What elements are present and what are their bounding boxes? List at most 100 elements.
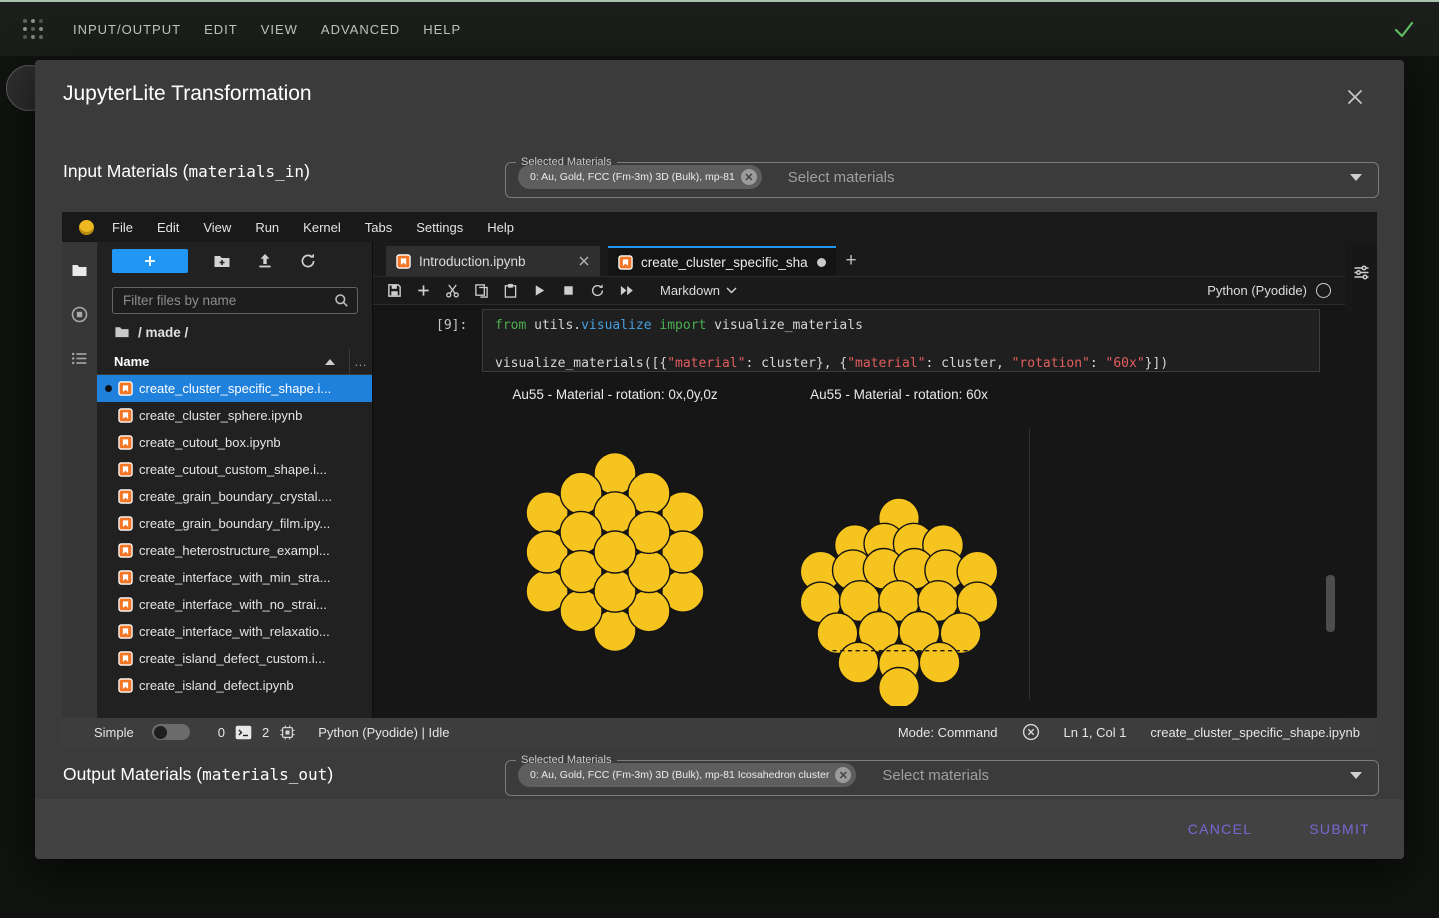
notebook-file-icon xyxy=(118,597,133,612)
tab-close-icon[interactable] xyxy=(578,255,590,267)
running-sessions-icon[interactable] xyxy=(71,306,88,323)
execution-count: [9]: xyxy=(436,318,468,333)
jupyter-menu-item[interactable]: View xyxy=(191,220,243,235)
cancel-button[interactable]: CANCEL xyxy=(1182,820,1259,838)
output-materials-select[interactable]: Selected Materials 0: Au, Gold, FCC (Fm-… xyxy=(505,754,1379,796)
file-name: create_island_defect_custom.i... xyxy=(139,651,326,666)
app-logo-dots-icon[interactable] xyxy=(20,16,46,42)
au55-cluster-plot-right[interactable] xyxy=(794,496,1004,706)
code-cell[interactable]: from utils.visualize import visualize_ma… xyxy=(482,309,1320,372)
kernel-status-text[interactable]: Python (Pyodide) | Idle xyxy=(318,725,449,740)
output-material-chip[interactable]: 0: Au, Gold, FCC (Fm-3m) 3D (Bulk), mp-8… xyxy=(518,763,857,787)
app-menu-item[interactable]: ADVANCED xyxy=(321,18,400,41)
cursor-position[interactable]: Ln 1, Col 1 xyxy=(1064,725,1127,740)
add-tab-button[interactable]: + xyxy=(836,246,866,276)
file-list-item[interactable]: create_island_defect.ipynb xyxy=(97,672,372,699)
restart-run-all-icon[interactable] xyxy=(619,283,634,298)
app-menu-item[interactable]: HELP xyxy=(423,18,461,41)
copy-icon[interactable] xyxy=(474,283,489,298)
file-filter-input[interactable] xyxy=(121,292,334,309)
app-menu-item[interactable]: VIEW xyxy=(261,18,298,41)
mode-indicator[interactable]: Mode: Command xyxy=(898,725,998,740)
save-icon[interactable] xyxy=(387,283,402,298)
breadcrumb-path[interactable]: / made / xyxy=(138,325,188,340)
new-launcher-button[interactable] xyxy=(112,249,188,273)
jupyter-menu-bar: File Edit View Run Kernel Tabs Settings Help xyxy=(62,212,1377,242)
notebook-file-icon xyxy=(118,489,133,504)
table-of-contents-icon[interactable] xyxy=(71,350,88,367)
app-menu-item[interactable]: EDIT xyxy=(204,18,238,41)
file-dot-slot xyxy=(105,574,112,581)
dropdown-caret-icon[interactable] xyxy=(1350,173,1362,181)
simple-mode-toggle[interactable] xyxy=(151,724,190,740)
breadcrumb[interactable]: / made / xyxy=(97,324,372,340)
new-folder-icon[interactable] xyxy=(213,252,231,270)
kernel-status-icon xyxy=(1316,283,1331,298)
chip-remove-icon[interactable]: ✕ xyxy=(835,767,852,783)
notebook-file-icon xyxy=(618,254,633,270)
notebook-scrollbar[interactable] xyxy=(1326,575,1335,632)
jupyter-menu-item[interactable]: Help xyxy=(475,220,526,235)
output-select-placeholder: Select materials xyxy=(882,766,990,784)
jupyter-menu-item[interactable]: Run xyxy=(243,220,291,235)
kernel-name[interactable]: Python (Pyodide) xyxy=(1207,283,1331,298)
file-filter-box[interactable] xyxy=(112,287,358,314)
check-icon[interactable] xyxy=(1391,16,1417,42)
file-browser-icon[interactable] xyxy=(71,262,88,279)
cell-type-select[interactable]: Markdown xyxy=(660,283,737,298)
file-list-item[interactable]: create_interface_with_no_strai... xyxy=(97,591,372,618)
file-list-header[interactable]: Name … xyxy=(97,349,372,375)
file-dot-slot xyxy=(105,466,112,473)
file-list-item[interactable]: create_grain_boundary_film.ipy... xyxy=(97,510,372,537)
header-more-icon[interactable]: … xyxy=(350,354,372,369)
au55-cluster-plot-left[interactable] xyxy=(510,447,720,657)
dialog-footer: CANCEL SUBMIT xyxy=(35,799,1404,859)
file-list-item[interactable]: create_cluster_specific_shape.i... xyxy=(97,375,372,402)
input-materials-label: Input Materials (materials_in) xyxy=(63,161,310,181)
home-folder-icon[interactable] xyxy=(114,324,130,340)
cut-icon[interactable] xyxy=(445,283,460,298)
code-editor[interactable]: from utils.visualize import visualize_ma… xyxy=(483,310,1319,379)
input-material-chip[interactable]: 0: Au, Gold, FCC (Fm-3m) 3D (Bulk), mp-8… xyxy=(518,165,762,189)
close-icon[interactable] xyxy=(1346,88,1364,106)
paste-icon[interactable] xyxy=(503,283,518,298)
chip-remove-icon[interactable]: ✕ xyxy=(740,169,757,185)
input-materials-select[interactable]: Selected Materials 0: Au, Gold, FCC (Fm-… xyxy=(505,156,1379,198)
file-list-item[interactable]: create_heterostructure_exampl... xyxy=(97,537,372,564)
trust-shield-icon[interactable] xyxy=(1022,723,1040,741)
file-list-item[interactable]: create_grain_boundary_crystal.... xyxy=(97,483,372,510)
statusbar-filename[interactable]: create_cluster_specific_shape.ipynb xyxy=(1150,725,1360,740)
settings-sliders-icon[interactable] xyxy=(1353,264,1370,281)
simple-mode-label: Simple xyxy=(94,724,134,740)
jupyter-menu-item[interactable]: Edit xyxy=(145,220,191,235)
unsaved-changes-dot[interactable] xyxy=(817,257,826,267)
refresh-icon[interactable] xyxy=(299,252,317,270)
app-menu-item[interactable]: INPUT/OUTPUT xyxy=(73,18,181,41)
file-list-item[interactable]: create_cutout_box.ipynb xyxy=(97,429,372,456)
insert-cell-icon[interactable] xyxy=(416,283,431,298)
notebook-file-icon xyxy=(118,543,133,558)
file-name: create_cutout_box.ipynb xyxy=(139,435,281,450)
run-icon[interactable] xyxy=(532,283,547,298)
upload-icon[interactable] xyxy=(256,252,274,270)
stop-icon[interactable] xyxy=(561,283,576,298)
file-list-item[interactable]: create_interface_with_relaxatio... xyxy=(97,618,372,645)
notebook-file-icon xyxy=(396,253,411,269)
restart-kernel-icon[interactable] xyxy=(590,283,605,298)
terminal-count[interactable]: 0 xyxy=(218,725,225,740)
tab-create-cluster-specific-shape[interactable]: create_cluster_specific_sha xyxy=(608,246,836,276)
tab-introduction[interactable]: Introduction.ipynb xyxy=(386,246,600,276)
jupyter-menu-item[interactable]: Kernel xyxy=(291,220,353,235)
sort-ascending-icon[interactable] xyxy=(325,358,335,365)
notebook-area: Introduction.ipynb create_cluster_specif… xyxy=(372,242,1345,718)
file-list-item[interactable]: create_cutout_custom_shape.i... xyxy=(97,456,372,483)
jupyter-menu-item[interactable]: Tabs xyxy=(353,220,404,235)
file-list-item[interactable]: create_interface_with_min_stra... xyxy=(97,564,372,591)
dropdown-caret-icon[interactable] xyxy=(1350,771,1362,779)
jupyter-menu-item[interactable]: File xyxy=(100,220,145,235)
file-list-item[interactable]: create_island_defect_custom.i... xyxy=(97,645,372,672)
file-list-item[interactable]: create_cluster_sphere.ipynb xyxy=(97,402,372,429)
jupyter-menu-item[interactable]: Settings xyxy=(404,220,475,235)
submit-button[interactable]: SUBMIT xyxy=(1303,820,1376,838)
kernel-count[interactable]: 2 xyxy=(262,725,269,740)
